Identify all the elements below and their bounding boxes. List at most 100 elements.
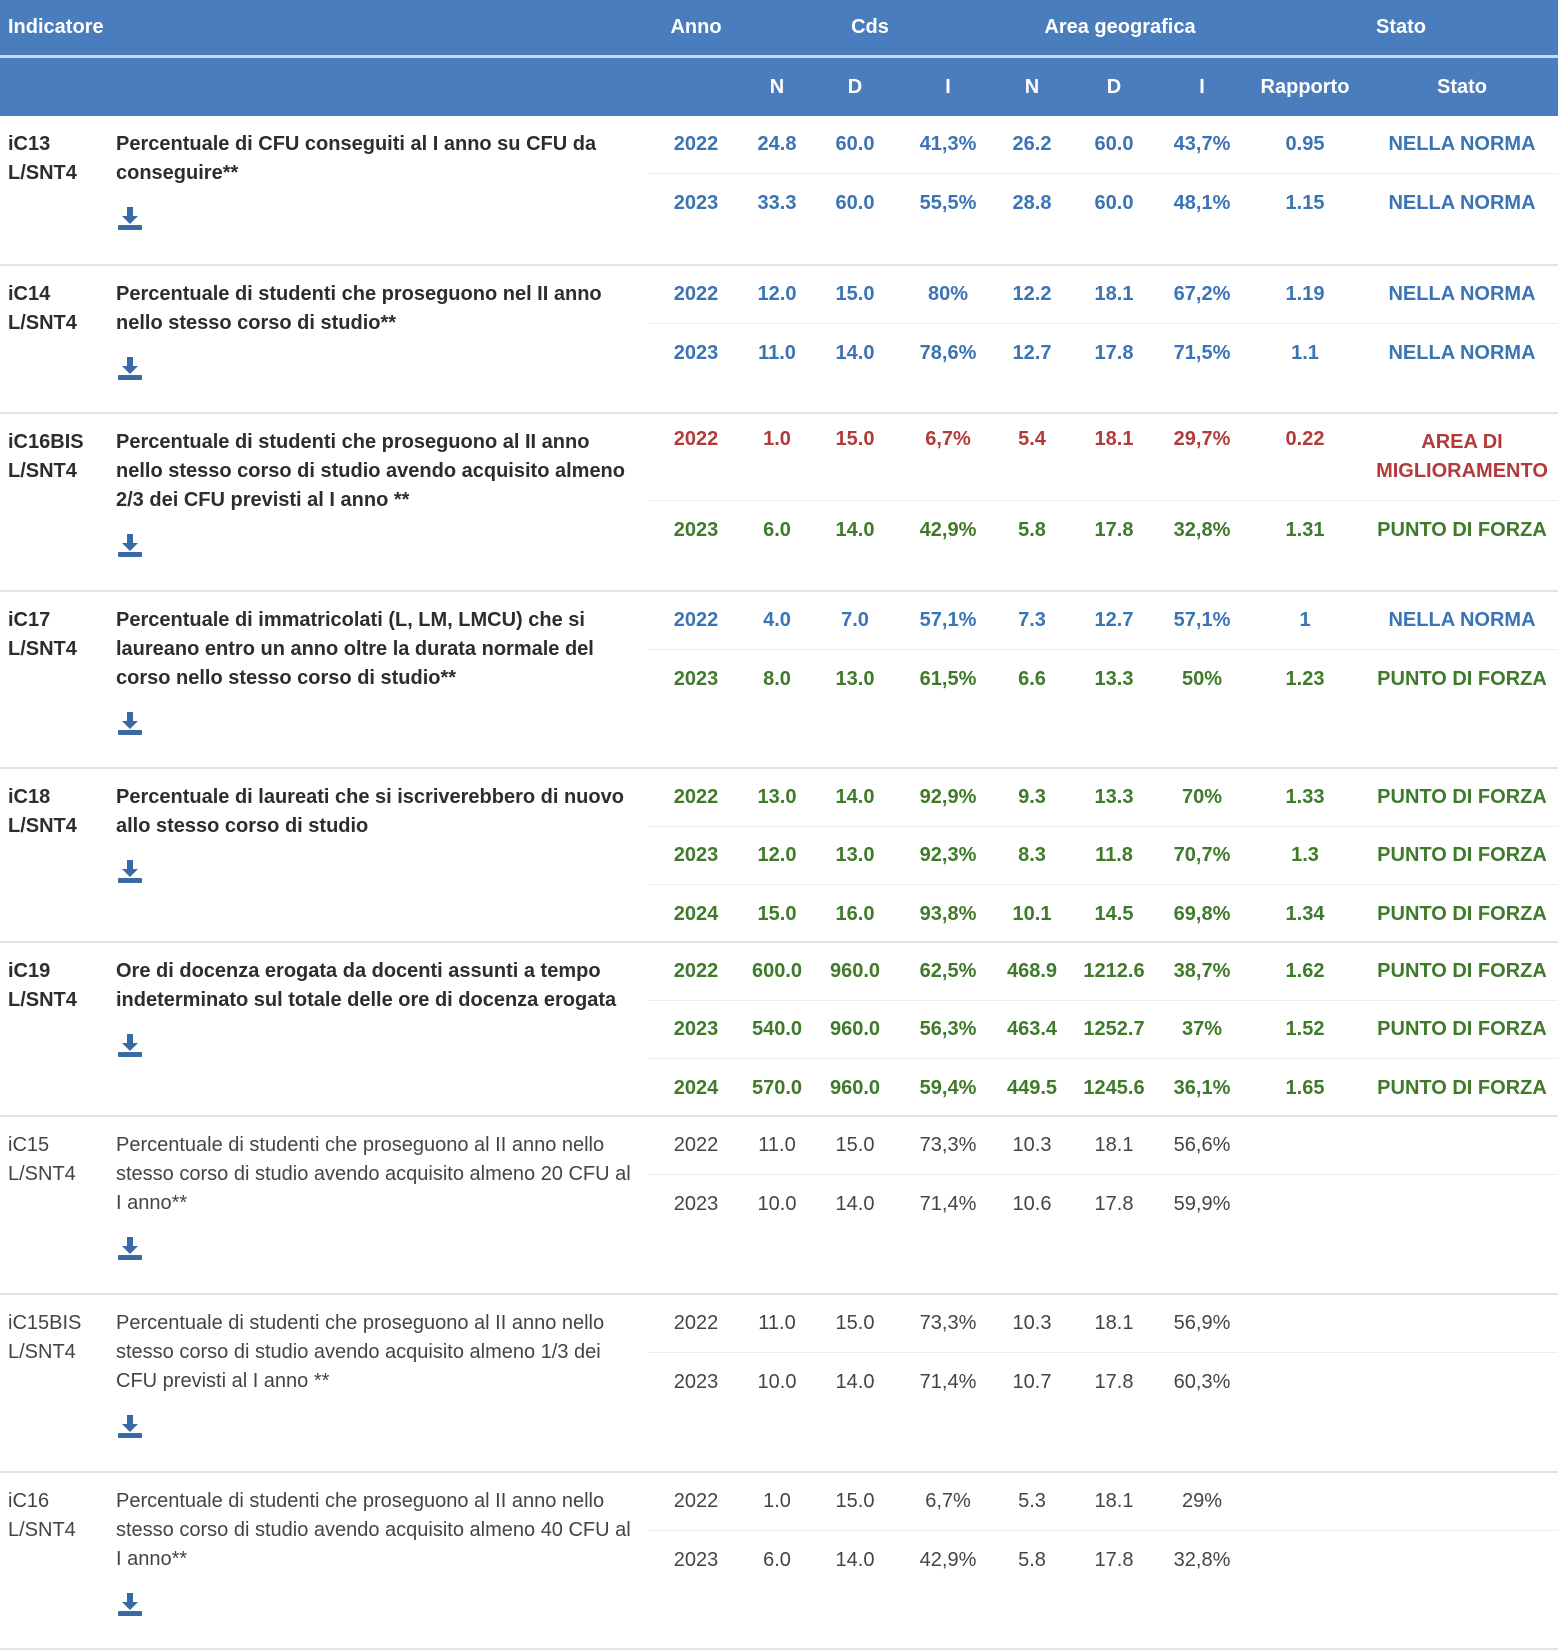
download-icon[interactable] xyxy=(116,709,144,737)
download-icon[interactable] xyxy=(116,1031,144,1059)
cell-area-d: 18.1 xyxy=(1094,1134,1134,1156)
table-row: 2022 11.0 15.0 73,3% 10.3 18.1 56,9% xyxy=(648,1295,1558,1353)
cell-rapporto: 1.31 xyxy=(1285,518,1325,541)
table-row: 2023 6.0 14.0 42,9% 5.8 17.8 32,8% 1.31 PUNTO DI… xyxy=(648,501,1558,559)
download-icon[interactable] xyxy=(116,1590,144,1618)
indicator-data: 2022 1.0 15.0 6,7% 5.3 18.1 29% 2023 6.0 14.0 42,9… xyxy=(648,1473,1558,1648)
indicator-description: Percentuale di studenti che proseguono a… xyxy=(116,1490,631,1570)
cell-stato: NELLA NORMA xyxy=(1388,191,1536,214)
cell-area-n: 463.4 xyxy=(1006,1018,1058,1040)
cell-cds-n: 12.0 xyxy=(757,283,797,305)
indicator-group: iC16BIS L/SNT4 Percentuale di studenti ch… xyxy=(0,414,1558,592)
cell-cds-i: 41,3% xyxy=(919,133,977,155)
cell-anno: 2023 xyxy=(673,341,719,364)
cell-area-i: 32,8% xyxy=(1173,518,1231,541)
cell-stato: PUNTO DI FORZA xyxy=(1377,786,1547,808)
header-area-d[interactable]: D xyxy=(1068,58,1160,116)
cell-anno: 2022 xyxy=(673,960,719,982)
cell-stato: PUNTO DI FORZA xyxy=(1377,844,1547,866)
cell-area-n: 9.3 xyxy=(1018,786,1046,808)
indicator-data: 2022 13.0 14.0 92,9% 9.3 13.3 70% 1.33 PUNTO DI … xyxy=(648,769,1558,941)
cell-cds-i: 92,9% xyxy=(919,786,977,808)
indicator-description-cell: Percentuale di immatricolati (L, LM, LMC… xyxy=(108,592,648,767)
cell-anno: 2022 xyxy=(673,428,719,450)
cell-cds-n: 15.0 xyxy=(757,902,797,925)
indicator-group: iC15 L/SNT4 Percentuale di studenti che p… xyxy=(0,1117,1558,1295)
cell-area-d: 17.8 xyxy=(1094,341,1134,364)
cell-area-d: 18.1 xyxy=(1094,1490,1134,1512)
table-header-row-2: N D I N D I Rapporto Stato xyxy=(0,58,1558,116)
cell-cds-d: 15.0 xyxy=(835,1312,875,1334)
indicator-data: 2022 11.0 15.0 73,3% 10.3 18.1 56,6% 2023 10.0 14… xyxy=(648,1117,1558,1293)
indicator-group: iC14 L/SNT4 Percentuale di studenti che p… xyxy=(0,266,1558,414)
indicator-group: iC16 L/SNT4 Percentuale di studenti che p… xyxy=(0,1473,1558,1650)
header-indicatore[interactable]: Indicatore xyxy=(0,0,648,55)
cell-cds-i: 57,1% xyxy=(919,609,977,631)
indicator-data: 2022 24.8 60.0 41,3% 26.2 60.0 43,7% 0.95 NELLA … xyxy=(648,116,1558,264)
header-cds-d[interactable]: D xyxy=(810,58,900,116)
cell-area-d: 18.1 xyxy=(1094,428,1134,450)
download-icon[interactable] xyxy=(116,1412,144,1440)
cell-area-i: 29,7% xyxy=(1173,428,1231,450)
cell-rapporto: 1.34 xyxy=(1285,902,1325,925)
cell-area-i: 32,8% xyxy=(1173,1548,1231,1571)
header-cds: Cds xyxy=(851,16,889,38)
header-area-i[interactable]: I xyxy=(1160,58,1244,116)
header-cds-i[interactable]: I xyxy=(900,58,996,116)
indicator-group: iC17 L/SNT4 Percentuale di immatricolati … xyxy=(0,592,1558,769)
header-cds-n[interactable]: N xyxy=(744,58,810,116)
download-icon[interactable] xyxy=(116,354,144,382)
cell-area-n: 28.8 xyxy=(1012,191,1052,214)
cell-cds-i: 93,8% xyxy=(919,902,977,925)
cell-area-i: 29% xyxy=(1181,1490,1223,1512)
cell-cds-d: 14.0 xyxy=(835,1548,875,1571)
cell-cds-d: 960.0 xyxy=(829,1076,881,1099)
header-anno[interactable]: Anno xyxy=(648,0,744,55)
cell-area-n: 5.8 xyxy=(1018,518,1046,541)
cell-cds-i: 62,5% xyxy=(919,960,977,982)
cell-area-n: 5.8 xyxy=(1018,1548,1046,1571)
cell-anno: 2022 xyxy=(673,1490,719,1512)
cell-area-n: 12.2 xyxy=(1012,283,1052,305)
cell-area-i: 71,5% xyxy=(1173,341,1231,364)
cell-rapporto: 0.95 xyxy=(1285,133,1325,155)
cell-anno: 2022 xyxy=(673,283,719,305)
indicator-description: Percentuale di laureati che si iscrivere… xyxy=(116,786,624,837)
cell-rapporto: 1 xyxy=(1299,609,1311,631)
cell-cds-i: 71,4% xyxy=(919,1192,977,1215)
cell-anno: 2023 xyxy=(673,1370,719,1393)
table-body: iC13 L/SNT4 Percentuale di CFU conseguiti… xyxy=(0,116,1558,1650)
indicator-data: 2022 12.0 15.0 80% 12.2 18.1 67,2% 1.19 NELLA NO… xyxy=(648,266,1558,412)
cell-area-d: 14.5 xyxy=(1094,902,1134,925)
indicator-description-cell: Ore di docenza erogata da docenti assunt… xyxy=(108,943,648,1115)
cell-area-i: 69,8% xyxy=(1173,902,1231,925)
download-icon[interactable] xyxy=(116,531,144,559)
indicator-code: iC19 L/SNT4 xyxy=(8,960,77,1011)
header-spacer xyxy=(0,58,744,116)
header-area-n[interactable]: N xyxy=(996,58,1068,116)
cell-cds-i: 73,3% xyxy=(919,1134,977,1156)
cell-rapporto: 1.65 xyxy=(1285,1076,1325,1099)
cell-rapporto: 1.23 xyxy=(1285,667,1325,690)
cell-anno: 2023 xyxy=(673,1548,719,1571)
download-icon[interactable] xyxy=(116,857,144,885)
cell-area-d: 17.8 xyxy=(1094,1192,1134,1215)
cell-anno: 2022 xyxy=(673,1134,719,1156)
indicator-group: iC13 L/SNT4 Percentuale di CFU conseguiti… xyxy=(0,116,1558,266)
cell-cds-n: 10.0 xyxy=(757,1370,797,1393)
cell-stato: PUNTO DI FORZA xyxy=(1377,960,1547,982)
indicator-description-cell: Percentuale di studenti che proseguono a… xyxy=(108,414,648,590)
indicator-code: iC16BIS L/SNT4 xyxy=(8,431,84,482)
cell-area-i: 57,1% xyxy=(1173,609,1231,631)
header-stato[interactable]: Stato xyxy=(1366,58,1558,116)
cell-cds-i: 42,9% xyxy=(919,1548,977,1571)
download-icon[interactable] xyxy=(116,1234,144,1262)
table-row: 2024 15.0 16.0 93,8% 10.1 14.5 69,8% 1.34 PUNTO … xyxy=(648,885,1558,943)
cell-anno: 2024 xyxy=(673,1076,719,1099)
indicator-code: iC17 L/SNT4 xyxy=(8,609,77,660)
header-rapporto[interactable]: Rapporto xyxy=(1244,58,1366,116)
download-icon[interactable] xyxy=(116,204,144,232)
indicator-group: iC15BIS L/SNT4 Percentuale di studenti ch… xyxy=(0,1295,1558,1473)
indicator-description: Percentuale di CFU conseguiti al I anno … xyxy=(116,133,597,184)
cell-stato: PUNTO DI FORZA xyxy=(1377,518,1547,541)
